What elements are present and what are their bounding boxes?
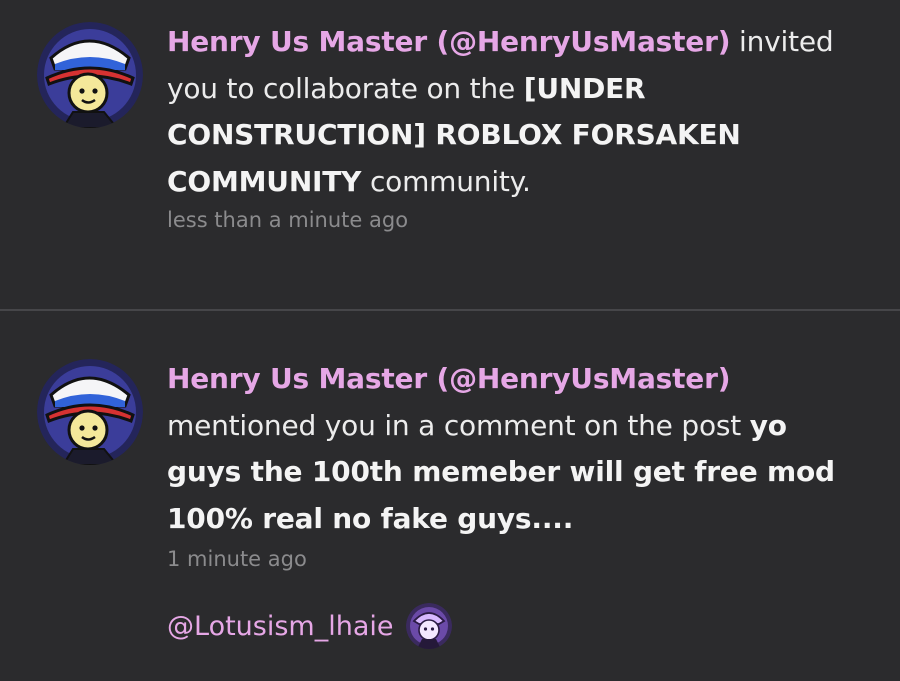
notification-action: mentioned you in a comment on the post [167, 408, 750, 442]
notification-suffix: community. [361, 164, 531, 198]
mention-link[interactable]: @Lotusism_lhaie [167, 611, 394, 642]
notification-timestamp: 1 minute ago [167, 547, 307, 571]
henry-avatar-icon[interactable] [37, 359, 143, 465]
username-link[interactable]: Henry Us Master (@HenryUsMaster) [167, 362, 730, 395]
notification-timestamp: less than a minute ago [167, 208, 409, 232]
notification-item[interactable]: Henry Us Master (@HenryUsMaster) invited… [0, 0, 900, 310]
purple-character-avatar-icon[interactable] [405, 603, 452, 649]
notification-item[interactable]: Henry Us Master (@HenryUsMaster) mention… [0, 311, 900, 681]
mention-row: @Lotusism_lhaie [167, 601, 452, 651]
notification-feed: Henry Us Master (@HenryUsMaster) invited… [0, 0, 900, 681]
henry-avatar-icon[interactable] [37, 22, 143, 128]
notification-text: Henry Us Master (@HenryUsMaster) mention… [167, 356, 867, 542]
notification-text: Henry Us Master (@HenryUsMaster) invited… [167, 19, 867, 205]
username-link[interactable]: Henry Us Master (@HenryUsMaster) [167, 25, 730, 58]
